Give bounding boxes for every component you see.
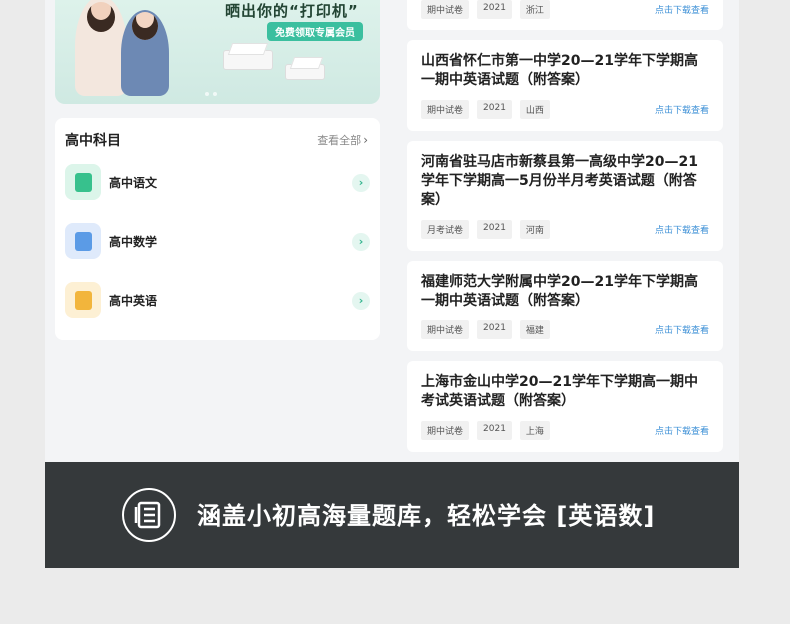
tag-year: 2021 xyxy=(477,320,512,339)
exam-list: 期中试卷 2021 浙江 点击下载查看 山西省怀仁市第一中学20—21学年下学期… xyxy=(407,0,723,462)
subject-label: 高中英语 xyxy=(109,294,158,308)
subjects-card: 高中科目 查看全部 › 高中语文 › 高中数学 › 高中英语 › xyxy=(55,118,380,340)
view-all-label: 查看全部 xyxy=(317,134,362,147)
view-all-link[interactable]: 查看全部 › xyxy=(317,132,368,148)
promo-banner[interactable]: 晒出你的“打印机” 免费领取专属会员 xyxy=(55,0,380,104)
tag-region: 山西 xyxy=(519,100,550,119)
feature-band: 涵盖小初高海量题库，轻松学会 [英语数] xyxy=(45,462,739,568)
english-book-icon xyxy=(65,282,101,318)
tag-region: 浙江 xyxy=(519,0,550,19)
subject-item-english[interactable]: 高中英语 › xyxy=(65,282,370,320)
exam-card[interactable]: 河南省驻马店市新蔡县第一高级中学20—21学年下学期高一5月份半月考英语试题（附… xyxy=(407,141,723,251)
download-link[interactable]: 点击下载查看 xyxy=(655,424,709,437)
exam-title: 上海市金山中学20—21学年下学期高一期中考试英语试题（附答案） xyxy=(421,374,698,409)
subject-label: 高中数学 xyxy=(109,235,158,249)
exam-title: 山西省怀仁市第一中学20—21学年下学期高一期中英语试题（附答案） xyxy=(421,53,698,88)
tag-row: 期中试卷 2021 山西 xyxy=(421,100,550,119)
tag-row: 期中试卷 2021 上海 xyxy=(421,421,550,440)
tag-year: 2021 xyxy=(477,421,512,440)
tag-year: 2021 xyxy=(477,220,512,239)
tag-row: 期中试卷 2021 福建 xyxy=(421,320,550,339)
child-figure xyxy=(121,10,169,96)
tag-type: 月考试卷 xyxy=(421,220,470,239)
exam-title: 福建师范大学附属中学20—21学年下学期高一期中英语试题（附答案） xyxy=(421,274,698,309)
left-column: 晒出你的“打印机” 免费领取专属会员 高中科目 查看全部 › 高中语文 › 高中… xyxy=(55,0,390,462)
app-screen: 晒出你的“打印机” 免费领取专属会员 高中科目 查看全部 › 高中语文 › 高中… xyxy=(45,0,739,462)
download-link[interactable]: 点击下载查看 xyxy=(655,223,709,236)
printer-icon xyxy=(285,64,325,80)
tag-type: 期中试卷 xyxy=(421,0,470,19)
download-link[interactable]: 点击下载查看 xyxy=(655,103,709,116)
band-tagline: 涵盖小初高海量题库，轻松学会 [英语数] xyxy=(197,502,656,530)
chevron-right-icon: › xyxy=(352,233,370,251)
tag-type: 期中试卷 xyxy=(421,320,470,339)
tag-year: 2021 xyxy=(477,100,512,119)
exam-card[interactable]: 福建师范大学附属中学20—21学年下学期高一期中英语试题（附答案） 期中试卷 2… xyxy=(407,261,723,351)
tag-row: 期中试卷 2021 浙江 xyxy=(421,0,550,19)
exam-card[interactable]: 山西省怀仁市第一中学20—21学年下学期高一期中英语试题（附答案） 期中试卷 2… xyxy=(407,40,723,131)
subjects-heading: 高中科目 xyxy=(65,133,121,149)
banner-pill[interactable]: 免费领取专属会员 xyxy=(267,22,363,41)
tag-region: 河南 xyxy=(519,220,550,239)
tag-type: 期中试卷 xyxy=(421,100,470,119)
printer-icon xyxy=(223,50,273,70)
download-link[interactable]: 点击下载查看 xyxy=(655,3,709,16)
subject-item-chinese[interactable]: 高中语文 › xyxy=(65,164,370,202)
exam-card[interactable]: 期中试卷 2021 浙江 点击下载查看 xyxy=(407,0,723,30)
download-link[interactable]: 点击下载查看 xyxy=(655,323,709,336)
tag-region: 上海 xyxy=(519,421,550,440)
mother-figure xyxy=(75,0,127,96)
banner-title: 晒出你的“打印机” xyxy=(225,2,359,20)
tag-region: 福建 xyxy=(519,320,550,339)
chevron-right-icon: › xyxy=(363,133,368,147)
tag-year: 2021 xyxy=(477,0,512,19)
chevron-right-icon: › xyxy=(352,174,370,192)
question-bank-icon xyxy=(122,488,176,542)
tag-row: 月考试卷 2021 河南 xyxy=(421,220,550,239)
chevron-right-icon: › xyxy=(352,292,370,310)
carousel-dots[interactable] xyxy=(205,92,217,96)
book-icon xyxy=(65,164,101,200)
exam-title: 河南省驻马店市新蔡县第一高级中学20—21学年下学期高一5月份半月考英语试题（附… xyxy=(421,154,698,208)
calculator-icon xyxy=(65,223,101,259)
tag-type: 期中试卷 xyxy=(421,421,470,440)
subject-label: 高中语文 xyxy=(109,176,158,190)
subject-item-math[interactable]: 高中数学 › xyxy=(65,223,370,261)
exam-card[interactable]: 上海市金山中学20—21学年下学期高一期中考试英语试题（附答案） 期中试卷 20… xyxy=(407,361,723,452)
